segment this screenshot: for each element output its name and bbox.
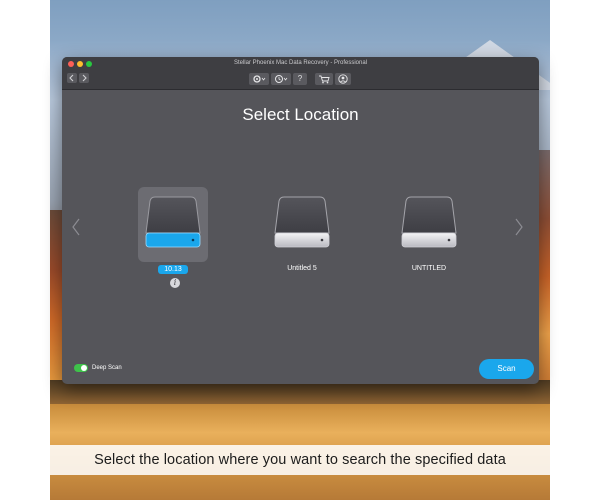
clock-icon (275, 75, 288, 83)
settings-button[interactable] (249, 73, 269, 85)
app-window: Stellar Phoenix Mac Data Recovery - Prof… (62, 57, 539, 384)
history-button[interactable] (271, 73, 291, 85)
cart-icon (319, 75, 330, 84)
forward-button[interactable] (79, 73, 89, 83)
back-button[interactable] (67, 73, 77, 83)
account-button[interactable] (335, 73, 351, 85)
drive-label-untitled: UNTITLED (411, 265, 447, 272)
next-arrow-icon[interactable] (513, 217, 525, 237)
scan-button[interactable]: Scan (479, 359, 534, 379)
window-title: Stellar Phoenix Mac Data Recovery - Prof… (233, 60, 368, 66)
help-button[interactable]: ? (293, 73, 307, 85)
drive-label-10-13: 10.13 (133, 265, 213, 274)
toggle-knob (81, 365, 87, 371)
drive-untitled[interactable] (394, 187, 464, 262)
selected-drive-badge: 10.13 (158, 265, 188, 274)
user-icon (338, 74, 348, 84)
gear-icon (253, 75, 266, 83)
previous-arrow-icon[interactable] (70, 217, 82, 237)
page-title: Select Location (242, 105, 359, 124)
hard-drive-icon (145, 196, 201, 248)
drive-10-13[interactable] (138, 187, 208, 262)
cart-button[interactable] (315, 73, 333, 85)
title-bar: Stellar Phoenix Mac Data Recovery - Prof… (62, 57, 539, 90)
chevron-right-icon (82, 74, 87, 82)
deep-scan-toggle[interactable] (74, 364, 88, 372)
deep-scan-label: Deep Scan (92, 365, 122, 371)
hard-drive-icon (401, 196, 457, 248)
drive-untitled-5[interactable] (267, 187, 337, 262)
drive-label-untitled-5: Untitled 5 (287, 265, 317, 272)
caption-text: Select the location where you want to se… (94, 452, 506, 468)
hard-drive-icon (274, 196, 330, 248)
info-icon[interactable]: i (170, 278, 180, 288)
chevron-left-icon (69, 74, 74, 82)
caption-bar: Select the location where you want to se… (50, 445, 550, 475)
